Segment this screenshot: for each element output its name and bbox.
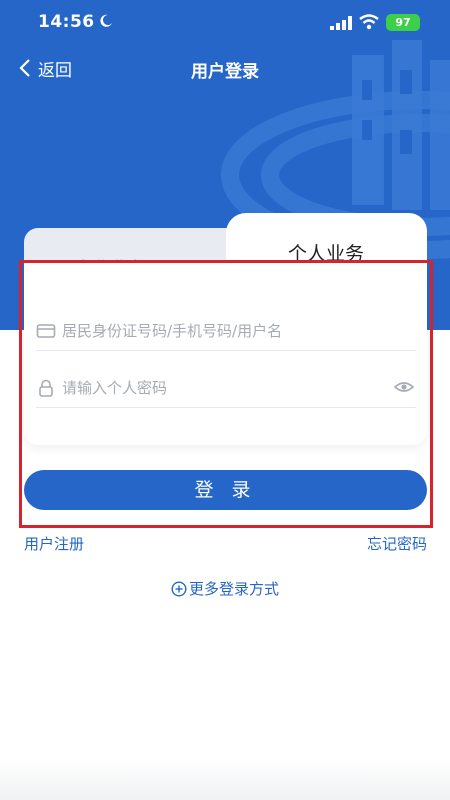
nav-bar: 返回 用户登录 <box>0 48 450 88</box>
password-field <box>36 368 416 408</box>
more-login-options-link[interactable]: 更多登录方式 <box>0 578 450 599</box>
status-bar: 14:56 97 <box>0 0 450 48</box>
status-time: 14:56 <box>38 12 95 32</box>
more-login-label: 更多登录方式 <box>188 580 279 598</box>
login-form-card <box>24 263 427 445</box>
tab-personal-label: 个人业务 <box>288 243 365 265</box>
forgot-password-link[interactable]: 忘记密码 <box>367 533 427 554</box>
bottom-fade <box>0 760 450 800</box>
lock-icon <box>39 379 53 397</box>
username-input[interactable] <box>62 321 382 340</box>
plus-circle-icon <box>171 580 187 597</box>
signal-icon <box>330 16 352 30</box>
moon-icon <box>100 14 112 27</box>
username-field <box>36 311 416 351</box>
login-button[interactable]: 登 录 <box>24 470 427 510</box>
password-input[interactable] <box>62 378 382 397</box>
battery-indicator: 97 <box>386 14 420 31</box>
login-screen: 14:56 97 返回 用户登录 企业业务 个人业务 <box>0 0 450 800</box>
eye-icon[interactable] <box>394 379 414 395</box>
register-link[interactable]: 用户注册 <box>24 533 84 554</box>
wifi-icon <box>359 14 379 30</box>
id-card-icon <box>36 323 56 338</box>
page-title: 用户登录 <box>191 62 259 82</box>
